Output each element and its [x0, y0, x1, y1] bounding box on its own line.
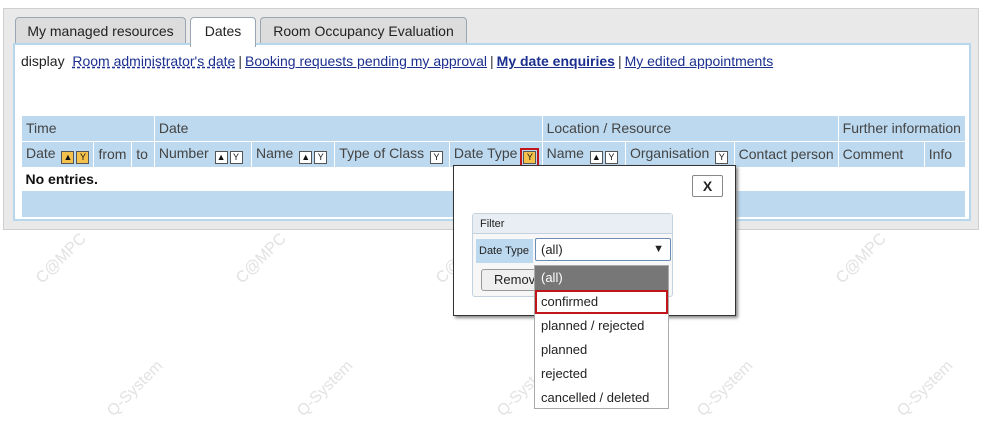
col-type-of-class[interactable]: Type of Class Y: [334, 140, 450, 167]
dropdown-option-planned-rejected[interactable]: planned / rejected: [535, 314, 668, 338]
col-name[interactable]: Name ▲ Y: [250, 140, 335, 167]
dropdown-option-all[interactable]: (all): [535, 266, 668, 290]
col-date-type-label: Date Type: [453, 144, 518, 161]
dropdown-option-rejected[interactable]: rejected: [535, 362, 668, 386]
dropdown-option-cancelled-deleted[interactable]: cancelled / deleted: [535, 386, 668, 410]
date-type-label: Date Type: [476, 239, 533, 263]
dropdown-option-confirmed[interactable]: confirmed: [535, 290, 668, 314]
sort-icon[interactable]: ▲: [214, 150, 228, 164]
col-location-name[interactable]: Name ▲ Y: [541, 140, 626, 167]
close-button[interactable]: X: [692, 175, 723, 197]
col-info: Info: [923, 140, 965, 167]
filter-icon[interactable]: Y: [430, 150, 444, 164]
tab-my-managed-resources[interactable]: My managed resources: [15, 17, 186, 45]
col-number-label: Number: [158, 144, 209, 161]
sort-icon[interactable]: ▲: [589, 150, 603, 164]
dropdown-option-planned[interactable]: planned: [535, 338, 668, 362]
sort-icon[interactable]: ▲: [299, 150, 313, 164]
watermark-text: C@MPC: [232, 230, 290, 288]
col-number[interactable]: Number ▲ Y: [153, 140, 252, 167]
link-my-date-enquiries[interactable]: My date enquiries: [497, 53, 615, 69]
tab-room-occupancy-evaluation[interactable]: Room Occupancy Evaluation: [260, 17, 467, 45]
link-separator: |: [238, 53, 242, 69]
watermark-text: C@MPC: [832, 230, 890, 288]
chevron-down-icon: ▼: [653, 243, 664, 255]
col-date-type[interactable]: Date Type Y: [448, 140, 543, 167]
link-my-edited-appointments[interactable]: My edited appointments: [625, 53, 774, 69]
filter-icon[interactable]: Y: [520, 147, 540, 167]
col-from: from: [93, 140, 132, 167]
sort-icon[interactable]: ▲: [61, 150, 75, 164]
watermark-text: Q-System: [894, 357, 957, 420]
watermark-text: Q-System: [104, 357, 167, 420]
col-organisation-label: Organisation: [629, 144, 710, 161]
col-comment: Comment: [837, 140, 925, 167]
col-date-label: Date: [26, 144, 56, 161]
tab-dates[interactable]: Dates: [190, 17, 256, 47]
watermark-text: Q-System: [694, 357, 757, 420]
filter-icon[interactable]: Y: [715, 150, 729, 164]
filter-icon[interactable]: Y: [76, 150, 90, 164]
watermark-text: C@MPC: [32, 230, 90, 288]
table-header-row: Date ▲ Y from to Number ▲ Y Name ▲ Y Type o…: [20, 140, 965, 167]
watermark-text: Q-System: [294, 357, 357, 420]
group-header-time: Time: [21, 116, 155, 141]
link-separator: |: [490, 53, 494, 69]
filter-fieldset-title: Filter: [473, 214, 672, 234]
group-header-location-resource: Location / Resource: [541, 116, 839, 141]
link-booking-requests-pending[interactable]: Booking requests pending my approval: [245, 53, 487, 69]
date-type-select[interactable]: (all) ▼: [535, 238, 671, 261]
col-type-of-class-label: Type of Class: [339, 144, 425, 161]
link-room-administrators-date[interactable]: Room administrator's date: [72, 53, 235, 69]
filter-icon[interactable]: Y: [229, 150, 243, 164]
filter-icon[interactable]: Y: [604, 150, 618, 164]
date-type-dropdown-list: (all) confirmed planned / rejected plann…: [534, 265, 669, 409]
col-organisation[interactable]: Organisation Y: [624, 140, 735, 167]
link-separator: |: [617, 53, 622, 69]
group-header-further-information: Further information: [837, 116, 965, 141]
display-label: display: [21, 53, 65, 69]
filter-icon[interactable]: Y: [314, 150, 328, 164]
col-contact-person: Contact person: [733, 140, 839, 167]
group-header-date: Date: [153, 116, 543, 141]
date-type-selected-value: (all): [541, 242, 563, 257]
table-group-header-row: Time Date Location / Resource Further in…: [21, 116, 965, 141]
display-filter-links: display Room administrator's date | Bookin…: [21, 53, 773, 69]
col-name-label: Name: [255, 144, 294, 161]
col-to: to: [131, 140, 155, 167]
col-date[interactable]: Date ▲ Y: [20, 140, 94, 167]
col-location-name-label: Name: [546, 144, 584, 161]
